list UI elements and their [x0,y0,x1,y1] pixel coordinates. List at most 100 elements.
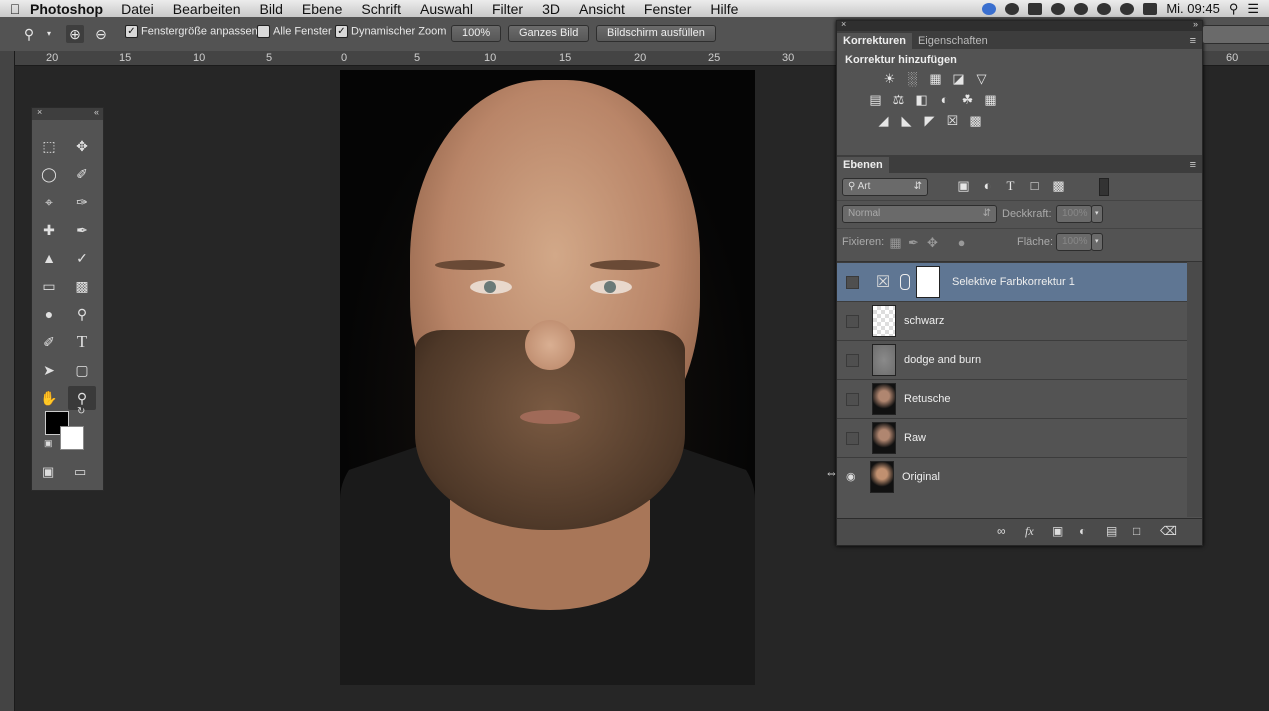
hue-saturation-icon[interactable]: ▤ [867,91,884,108]
layer-name[interactable]: Original [902,471,940,483]
cloud-icon[interactable] [1074,2,1089,15]
shape-tool-icon[interactable]: ▢ [68,358,96,382]
apple-icon[interactable]:  [0,1,30,17]
wifi-icon[interactable] [1097,2,1112,15]
layer-row[interactable]: ☒ Selektive Farbkorrektur 1 [837,262,1187,301]
path-select-tool-icon[interactable]: ➤ [35,358,63,382]
tab-eigenschaften[interactable]: Eigenschaften [912,33,994,49]
lasso-tool-icon[interactable]: ◯ [35,162,63,186]
eye-icon[interactable]: ◉ [846,471,857,483]
time-machine-icon[interactable] [1051,2,1066,15]
panel-dock-header[interactable]: ×» [837,19,1202,31]
link-layers-icon[interactable]: ∞ [997,524,1006,538]
filter-adjustment-icon[interactable]: ◐ [979,177,996,194]
screen-mode-icon[interactable]: ▭ [74,464,86,480]
zoom-out-icon[interactable]: ⊖ [92,25,110,43]
link-icon[interactable] [900,274,910,290]
add-mask-icon[interactable]: ▣ [1052,524,1063,538]
background-color-swatch[interactable] [60,426,84,450]
clock[interactable]: Mi. 09:45 [1166,1,1219,16]
new-group-icon[interactable]: ▤ [1106,524,1117,538]
visibility-toggle[interactable] [846,353,859,367]
quick-select-tool-icon[interactable]: ✐ [68,162,96,186]
zoom-tool-preset-icon[interactable]: ⚲ [20,25,38,43]
filter-smart-object-icon[interactable]: ▩ [1050,177,1067,194]
gradient-map-icon[interactable]: ▩ [967,112,984,129]
layer-row[interactable]: dodge and burn [837,340,1187,379]
collapse-icon[interactable]: » [1193,19,1198,29]
layer-row[interactable]: ◉ Original [837,457,1187,496]
workspace-dropdown[interactable] [1202,25,1269,44]
eraser-tool-icon[interactable]: ▭ [35,274,63,298]
visibility-toggle[interactable] [846,314,859,328]
status-app-icon[interactable] [982,2,997,15]
menu-hilfe[interactable]: Hilfe [710,1,738,17]
opacity-field[interactable]: 100% [1056,205,1092,223]
brush-tool-icon[interactable]: ✒ [68,218,96,242]
layer-name[interactable]: Retusche [904,393,950,405]
menu-bearbeiten[interactable]: Bearbeiten [173,1,241,17]
menu-3d[interactable]: 3D [542,1,560,17]
menu-app-name[interactable]: Photoshop [30,1,103,17]
swap-colors-icon[interactable]: ↻ [77,406,85,417]
layer-row[interactable]: Raw [837,418,1187,457]
history-brush-tool-icon[interactable]: ✓ [68,246,96,270]
exposure-icon[interactable]: ◪ [950,70,967,87]
quick-mask-icon[interactable]: ▣ [42,464,54,480]
trash-icon[interactable]: ⌫ [1160,524,1177,538]
layer-mask-thumbnail[interactable] [916,266,940,298]
menu-ansicht[interactable]: Ansicht [579,1,625,17]
new-adjustment-icon[interactable]: ◐ [1079,524,1086,538]
default-colors-icon[interactable]: ▣ [44,438,53,449]
close-icon[interactable]: × [841,19,846,29]
layer-row[interactable]: Retusche [837,379,1187,418]
stamp-tool-icon[interactable]: ▲ [35,246,63,270]
layer-name[interactable]: Raw [904,432,926,444]
blur-tool-icon[interactable]: ● [35,302,63,326]
canvas-image[interactable] [340,70,755,685]
menu-filter[interactable]: Filter [492,1,523,17]
spotlight-icon[interactable]: ⚲ [1229,1,1239,17]
fill-dropdown-icon[interactable]: ▾ [1091,233,1103,251]
all-windows-checkbox[interactable] [257,25,270,38]
tab-ebenen[interactable]: Ebenen [837,157,889,173]
battery-icon[interactable] [1028,2,1043,15]
gradient-tool-icon[interactable]: ▩ [68,274,96,298]
menu-ebene[interactable]: Ebene [302,1,342,17]
whole-image-button[interactable]: Ganzes Bild [508,25,590,42]
filter-pixel-icon[interactable]: ▣ [955,177,972,194]
visibility-toggle[interactable] [846,392,859,406]
menu-bild[interactable]: Bild [260,1,283,17]
fill-screen-button[interactable]: Bildschirm ausfüllen [596,25,716,42]
healing-brush-tool-icon[interactable]: ✚ [35,218,63,242]
opacity-dropdown-icon[interactable]: ▾ [1091,205,1103,223]
selective-color-icon[interactable]: ☒ [944,112,961,129]
layer-name[interactable]: dodge and burn [904,354,981,366]
close-icon[interactable]: × [37,107,42,117]
layers-scrollbar[interactable] [1187,262,1202,517]
curves-icon[interactable]: ▦ [927,70,944,87]
hand-tool-icon[interactable]: ✋ [35,386,63,410]
lock-position-icon[interactable]: ✥ [924,234,941,251]
visibility-toggle[interactable] [846,275,859,289]
all-windows-option[interactable]: Alle Fenster [257,25,332,38]
volume-icon[interactable] [1120,2,1135,15]
tools-panel-header[interactable]: × « [32,107,103,120]
pen-tool-icon[interactable]: ✐ [35,330,63,354]
dynamic-zoom-checkbox[interactable]: ✓ [335,25,348,38]
invert-icon[interactable]: ◢ [875,112,892,129]
eyedropper-tool-icon[interactable]: ✑ [68,190,96,214]
filter-type-icon[interactable]: T [1002,177,1019,194]
zoom-in-icon[interactable]: ⊕ [66,25,84,43]
panel-menu-icon[interactable]: ≡ [1190,35,1202,49]
tab-korrekturen[interactable]: Korrekturen [837,33,912,49]
input-source-icon[interactable] [1143,2,1158,15]
layer-row[interactable]: schwarz [837,301,1187,340]
brightness-icon[interactable]: ☀ [881,70,898,87]
zoom-100-button[interactable]: 100% [451,25,502,42]
record-icon[interactable] [1005,2,1020,15]
layer-filter-dropdown[interactable]: ⚲ Art ⇵ [842,178,928,196]
fx-icon[interactable]: fx [1025,524,1034,539]
color-lookup-icon[interactable]: ▦ [982,91,999,108]
lock-pixels-icon[interactable]: ✒ [905,234,922,251]
